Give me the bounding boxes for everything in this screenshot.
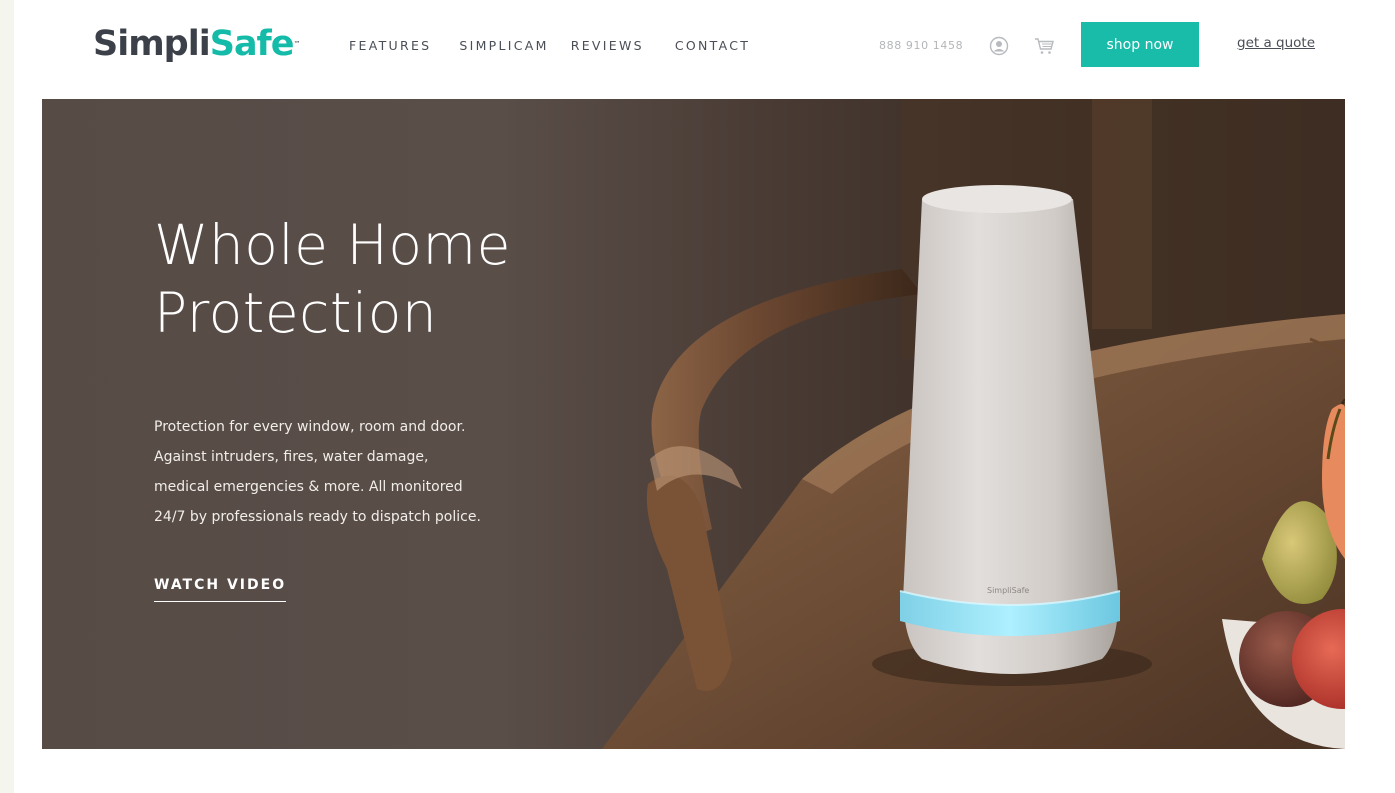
hero-title-line-1: Whole Home — [154, 213, 511, 277]
nav-item-reviews[interactable]: REVIEWS — [571, 38, 644, 53]
logo-text-safe: Safe — [209, 24, 295, 64]
hero-description-line: Against intruders, fires, water damage, — [154, 449, 429, 465]
shopping-cart-icon[interactable] — [1034, 36, 1056, 56]
page: SimpliSafe™ FEATURES SIMPLICAM REVIEWS C… — [0, 0, 1395, 793]
hero-title-line-2: Protection — [154, 281, 438, 345]
hero-description-line: medical emergencies & more. All monitore… — [154, 479, 463, 495]
user-circle-icon[interactable] — [989, 36, 1009, 56]
hero-banner: SimpliSafe Whole Home Protection Protect… — [42, 99, 1345, 749]
hero-description-line: 24/7 by professionals ready to dispatch … — [154, 509, 481, 525]
logo-trademark: ™ — [293, 40, 301, 48]
phone-number[interactable]: 888 910 1458 — [879, 39, 963, 52]
nav-item-features[interactable]: FEATURES — [349, 38, 431, 53]
hero-title: Whole Home Protection — [154, 211, 614, 347]
logo-text-simpli: Simpli — [93, 24, 211, 64]
main-nav: FEATURES SIMPLICAM REVIEWS CONTACT — [349, 38, 750, 53]
simplisafe-logo[interactable]: SimpliSafe™ — [93, 20, 301, 68]
shop-now-button[interactable]: shop now — [1081, 22, 1199, 67]
hero-description-line: Protection for every window, room and do… — [154, 419, 466, 435]
get-a-quote-link[interactable]: get a quote — [1237, 35, 1315, 51]
watch-video-link[interactable]: WATCH VIDEO — [154, 577, 287, 602]
hero-description: Protection for every window, room and do… — [154, 412, 564, 532]
nav-item-contact[interactable]: CONTACT — [675, 38, 750, 53]
device-brand-label: SimpliSafe — [987, 586, 1029, 595]
site-header: SimpliSafe™ FEATURES SIMPLICAM REVIEWS C… — [0, 0, 1395, 90]
nav-item-simplicam[interactable]: SIMPLICAM — [459, 38, 548, 53]
